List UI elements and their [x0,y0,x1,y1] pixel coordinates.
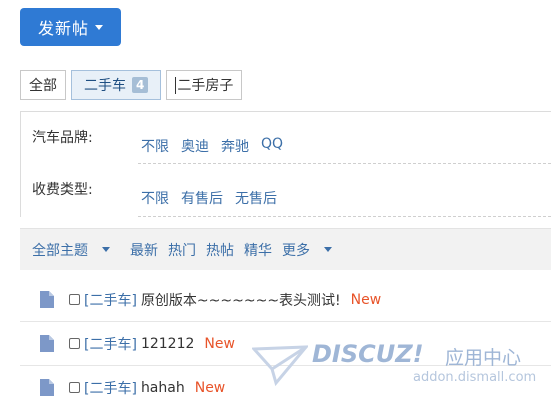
filter-brand: 汽车品牌: 不限 奥迪 奔驰 QQ [32,127,551,157]
sort-latest[interactable]: 最新 [130,240,158,260]
all-topics-label: 全部主题 [32,242,88,259]
tab-used-cars[interactable]: 二手车 4 [71,70,162,100]
watermark: DISCUZ! 应用中心 addon.dismall.com [252,338,551,403]
thread-category[interactable]: [二手车] [84,334,137,354]
new-post-label: 发新帖 [37,19,89,38]
tab-label: 二手车 [84,78,126,94]
filter-option[interactable]: 有售后 [181,188,223,208]
filter-options: 不限 有售后 无售后 [141,188,289,208]
watermark-url: addon.dismall.com [413,370,537,385]
filter-option[interactable]: 不限 [141,188,169,208]
filter-label: 收费类型: [32,182,93,198]
thread-title[interactable]: 原创版本~~~~~~~表头测试! [141,290,341,310]
filter-option[interactable]: 无售后 [235,188,277,208]
count-badge: 4 [132,77,149,93]
filter-divider [20,111,551,112]
thread-checkbox[interactable] [69,294,80,305]
filter-option[interactable]: QQ [261,136,283,156]
new-post-button[interactable]: 发新帖 [20,8,121,46]
thread-title[interactable]: 121212 [141,336,194,352]
filter-border [20,111,21,217]
document-icon [40,335,54,352]
document-icon [40,379,54,396]
sort-digest[interactable]: 精华 [244,240,272,260]
watermark-cn: 应用中心 [445,347,522,369]
sort-hot-posts[interactable]: 热帖 [206,240,234,260]
forum-page: 发新帖 全部 二手车 4 二手房子 汽车品牌: 不限 奥迪 奔驰 QQ 收费类型… [0,0,551,403]
tab-label: 全部 [29,78,57,94]
filter-option[interactable]: 奔驰 [221,136,249,156]
document-icon [40,291,54,308]
chevron-down-icon [324,247,332,252]
dashed-divider [138,216,551,217]
filter-fee: 收费类型: 不限 有售后 无售后 [32,179,551,209]
thread-category[interactable]: [二手车] [84,290,137,310]
sort-hot[interactable]: 热门 [168,240,196,260]
chevron-down-icon [102,247,110,252]
more-dropdown[interactable]: 更多 [282,240,342,260]
thread-category[interactable]: [二手车] [84,378,137,398]
thread-checkbox[interactable] [69,338,80,349]
watermark-brand: DISCUZ! [312,340,424,368]
thread-checkbox[interactable] [69,382,80,393]
filter-label: 汽车品牌: [32,130,93,146]
tab-all[interactable]: 全部 [20,70,66,100]
filter-options: 不限 奥迪 奔驰 QQ [141,136,295,156]
dashed-divider [138,163,551,164]
new-badge: New [204,335,235,352]
all-topics-dropdown[interactable]: 全部主题 [32,240,120,260]
filter-option[interactable]: 不限 [141,136,169,156]
chevron-down-icon [95,24,103,30]
new-badge: New [194,379,226,396]
new-badge: New [350,291,382,308]
thread-title[interactable]: hahah [141,380,185,396]
text-cursor [175,76,177,94]
category-tabs: 全部 二手车 4 二手房子 [20,70,247,100]
more-label: 更多 [282,242,310,259]
tab-label: 二手房子 [177,78,234,94]
filter-option[interactable]: 奥迪 [181,136,209,156]
tab-used-houses[interactable]: 二手房子 [166,70,243,100]
thread-filter-bar: 全部主题 最新 热门 热帖 精华 更多 [20,228,551,270]
paper-plane-icon [252,345,308,387]
thread-row: [二手车] 原创版本~~~~~~~表头测试! New [20,278,551,322]
